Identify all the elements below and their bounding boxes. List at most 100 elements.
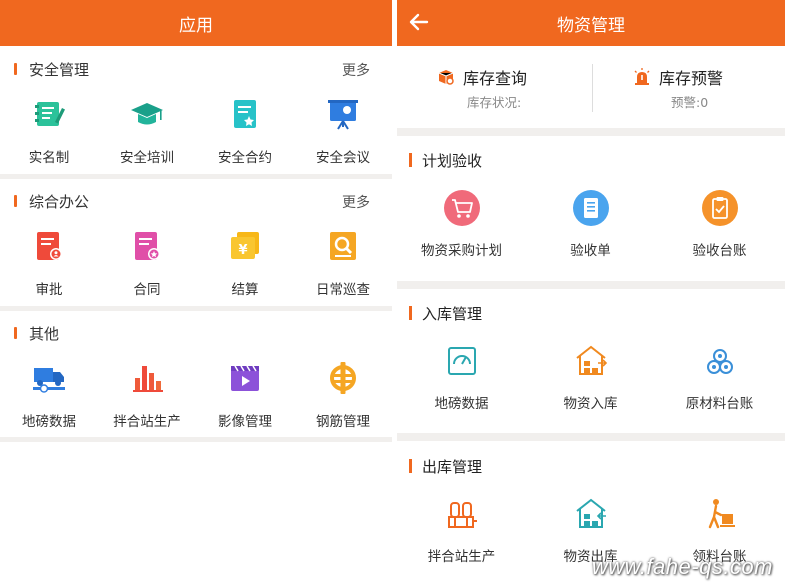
contract-doc-icon [135,232,160,260]
app-item-purchase-plan[interactable]: 物资采购计划 [397,189,526,269]
app-item-label: 拌合站生产 [427,549,496,565]
section-accent-bar [14,327,17,339]
materials-header: 物资管理 [397,0,785,46]
section-title: 其他 [29,324,60,343]
clipboard-check-icon [701,190,738,226]
section-title: 综合办公 [29,192,90,211]
stock-alert-card[interactable]: 库存预警 预警:0 [593,46,785,128]
app-item-mixing-production[interactable]: 拌合站生产 [98,354,196,446]
warehouse-out-icon [575,498,606,528]
app-item-label: 实名制 [28,150,70,166]
app-item-rebar-management[interactable]: 钢筋管理 [294,354,392,446]
hand-truck-icon [708,499,735,529]
app-item-label: 物资入库 [563,396,618,412]
alarm-light-icon [634,68,650,85]
app-item-label: 安全合约 [218,150,272,166]
app-item-weighbridge[interactable]: 地磅数据 [0,354,98,446]
section-safety-management: 安全管理 更多 实名制 安全培训 安全合约 安全会议 [0,48,392,182]
yen-card-icon: ¥ [231,232,259,259]
app-item-label: 物资采购计划 [421,243,502,259]
approval-doc-icon [37,232,62,260]
section-header: 入库管理 [397,293,785,333]
app-item-raw-material-ledger[interactable]: 原材料台账 [655,342,784,422]
section-header: 其他 [0,312,392,354]
app-item-mixing-plant-production[interactable]: 拌合站生产 [397,495,526,575]
page-title: 应用 [179,15,213,36]
section-title: 安全管理 [29,60,90,79]
stock-query-status: 库存状况: [467,95,522,110]
app-item-label: 安全会议 [316,150,370,166]
app-item-label: 原材料台账 [685,396,754,412]
app-item-safety-contract[interactable]: 安全合约 [196,90,294,182]
section-header: 计划验收 [397,140,785,180]
section-separator [397,281,785,289]
app-header: 应用 [0,0,392,46]
gauge-icon [447,347,476,375]
section-accent-bar [409,153,412,167]
app-item-safety-meeting[interactable]: 安全会议 [294,90,392,182]
app-item-approval[interactable]: 审批 [0,222,98,314]
app-item-label: 地磅数据 [434,396,489,412]
section-separator [397,128,785,136]
section-separator [0,306,392,311]
more-link[interactable]: 更多 [342,192,370,212]
svg-text:¥: ¥ [238,243,247,258]
more-link[interactable]: 更多 [342,60,370,80]
rebar-icon [330,362,356,394]
app-item-label: 日常巡查 [316,282,370,298]
app-item-material-inbound[interactable]: 物资入库 [526,342,655,422]
section-inbound: 地磅数据 物资入库 原材料台账 [397,342,785,422]
app-item-daily-inspection[interactable]: 日常巡查 [294,222,392,314]
stock-alert-count: 预警:0 [671,95,709,110]
raw-material-icon [706,349,733,374]
section-accent-bar [14,195,17,207]
warehouse-in-icon [575,345,607,375]
app-item-real-name[interactable]: 实名制 [0,90,98,182]
app-item-label: 验收台账 [692,243,747,259]
app-item-safety-training[interactable]: 安全培训 [98,90,196,182]
section-accent-bar [409,306,412,320]
truck-scale-icon [33,368,65,393]
stock-query-title: 库存查询 [463,69,528,88]
contract-icon [234,100,256,128]
app-item-label: 验收单 [570,243,611,259]
section-header: 安全管理 更多 [0,48,392,90]
stock-summary: 库存查询 库存状况: 库存预警 预警:0 [397,46,785,128]
cart-icon [443,190,480,226]
app-item-settlement[interactable]: ¥ 结算 [196,222,294,314]
graduation-cap-icon [131,103,163,125]
section-separator [0,174,392,179]
bar-chart-icon [133,366,163,392]
video-icon [231,365,259,391]
app-item-label: 地磅数据 [22,414,76,430]
back-arrow-icon[interactable] [407,10,431,34]
inspection-search-icon [330,232,356,260]
app-item-label: 影像管理 [218,414,272,430]
mixing-plant-icon [447,502,477,528]
page-title: 物资管理 [557,15,625,36]
watermark: www.fahe-qs.com [591,554,773,579]
section-separator [0,437,392,442]
app-item-weighbridge-data[interactable]: 地磅数据 [397,342,526,422]
section-header: 综合办公 更多 [0,180,392,222]
section-other: 其他 地磅数据 拌合站生产 影像管理 钢筋管理 [0,312,392,446]
app-item-contract[interactable]: 合同 [98,222,196,314]
app-item-label: 拌合站生产 [113,414,181,430]
section-accent-bar [409,459,412,473]
app-item-label: 合同 [133,282,161,298]
stock-box-search-icon [438,70,454,85]
app-item-label: 结算 [231,282,259,298]
app-item-media-management[interactable]: 影像管理 [196,354,294,446]
section-title: 出库管理 [422,457,483,476]
section-plan-acceptance: 物资采购计划 验收单 验收台账 [397,189,785,269]
app-item-label: 安全培训 [120,150,174,166]
app-item-acceptance-ledger[interactable]: 验收台账 [655,189,784,269]
right-panel: 物资管理 库存查询 库存状况: 库存预警 预警:0 计划验收 物资采购计划 验收… [397,0,785,586]
receipt-icon [572,190,609,226]
id-card-icon [35,102,65,126]
section-title: 计划验收 [422,151,483,170]
presentation-board-icon [328,100,358,130]
app-item-acceptance-form[interactable]: 验收单 [526,189,655,269]
section-separator [397,433,785,441]
stock-query-card[interactable]: 库存查询 库存状况: [397,46,591,128]
